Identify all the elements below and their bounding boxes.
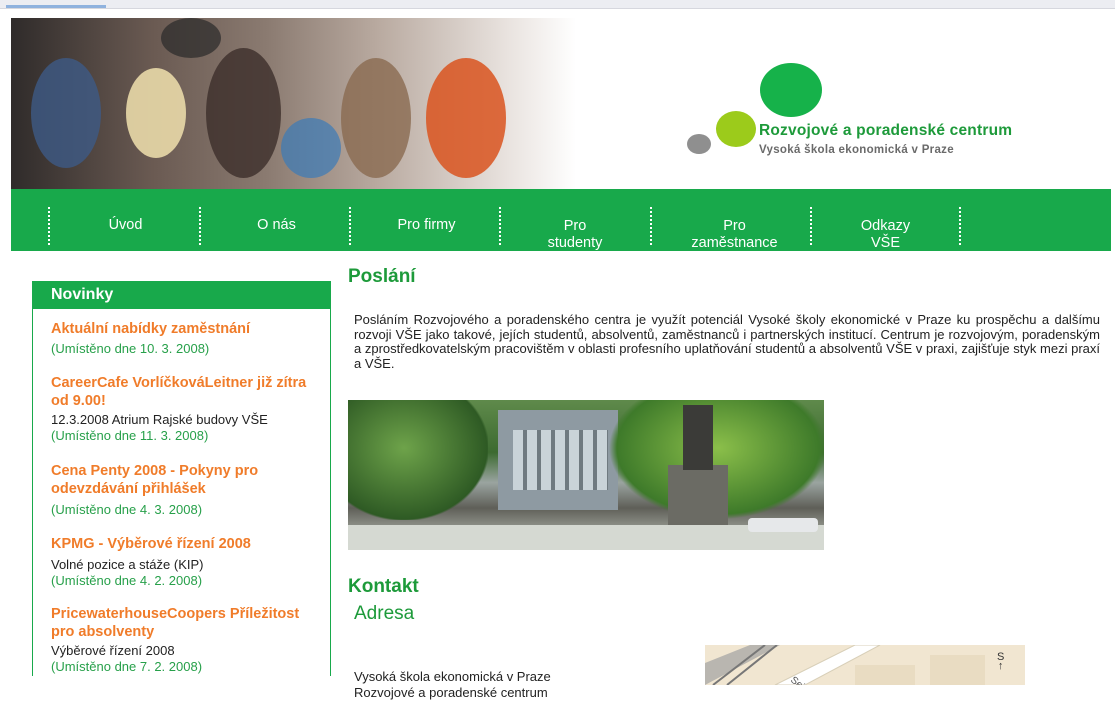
news-date: (Umístěno dne 10. 3. 2008) — [51, 341, 210, 356]
mission-text: Posláním Rozvojového a poradenského cent… — [354, 312, 1100, 371]
news-text: Výběrové řízení 2008 — [51, 643, 175, 658]
nav-item-uvod[interactable]: Úvod — [63, 189, 188, 251]
nav-separator — [499, 207, 501, 245]
news-item: KPMG - Výběrové řízení 2008 Volné pozice… — [51, 535, 326, 589]
map-graphic: Seifertova — [705, 645, 1025, 685]
news-text: Volné pozice a stáže (KIP) — [51, 557, 204, 572]
nav-label: Pro — [563, 218, 587, 234]
logo-green-dot — [760, 63, 822, 117]
news-item: PricewaterhouseCoopers Příležitost pro a… — [51, 605, 326, 675]
news-date: (Umístěno dne 11. 3. 2008) — [51, 428, 209, 443]
nav-label: zaměstnance — [691, 235, 778, 251]
nav-separator — [810, 207, 812, 245]
nav-label: O nás — [257, 217, 296, 233]
nav-label: Pro firmy — [397, 217, 456, 233]
address-heading: Adresa — [354, 603, 415, 624]
compass-north-arrow-icon: S ↑ — [997, 651, 1005, 672]
logo-subtitle: Vysoká škola ekonomická v Praze — [759, 144, 954, 156]
address-block: Vysoká škola ekonomická v Praze Rozvojov… — [354, 669, 551, 701]
news-item: CareerCafe VorlíčkováLeitner již zítra o… — [51, 374, 326, 444]
news-title-link[interactable]: Aktuální nabídky zaměstnání — [51, 320, 326, 338]
news-title-link[interactable]: CareerCafe VorlíčkováLeitner již zítra o… — [51, 374, 326, 410]
center-logo[interactable]: Rozvojové a poradenské centrum Vysoká šk… — [681, 58, 1111, 178]
nav-separator — [199, 207, 201, 245]
news-item: Aktuální nabídky zaměstnání (Umístěno dn… — [51, 320, 326, 357]
news-sidebar: Novinky Aktuální nabídky zaměstnání (Umí… — [32, 281, 331, 676]
nav-label: studenty — [547, 235, 603, 251]
location-map[interactable]: Seifertova S↑ — [705, 645, 1025, 685]
news-item: Cena Penty 2008 - Pokyny pro odevzdávání… — [51, 462, 326, 518]
news-date: (Umístěno dne 7. 2. 2008) — [51, 659, 203, 674]
nav-label: Pro — [723, 218, 746, 234]
nav-separator — [349, 207, 351, 245]
address-line: Vysoká škola ekonomická v Praze — [354, 669, 551, 684]
nav-separator — [650, 207, 652, 245]
contact-heading: Kontakt — [348, 576, 419, 597]
news-date: (Umístěno dne 4. 3. 2008) — [51, 502, 203, 517]
news-title-link[interactable]: Cena Penty 2008 - Pokyny pro odevzdávání… — [51, 462, 326, 498]
nav-label: Odkazy — [860, 218, 911, 234]
browser-top-strip — [0, 0, 1115, 9]
nav-item-odkazy-vse[interactable]: Odkazy VŠE — [823, 189, 948, 251]
logo-title: Rozvojové a poradenské centrum — [759, 122, 1013, 139]
news-text: 12.3.2008 Atrium Rajské budovy VŠE — [51, 412, 268, 427]
page: Rozvojové a poradenské centrum Vysoká šk… — [11, 18, 1111, 700]
main-navigation: Úvod O nás Pro firmy Pro studenty Pro za… — [11, 189, 1111, 251]
browser-tab-indicator — [6, 5, 106, 8]
campus-photo — [348, 400, 824, 550]
main-content: Poslání Posláním Rozvojového a poradensk… — [348, 263, 1108, 700]
header-students-photo — [11, 18, 576, 189]
logo-lime-dot — [716, 111, 756, 147]
news-date: (Umístěno dne 4. 2. 2008) — [51, 573, 203, 588]
nav-label: VŠE — [870, 235, 900, 251]
address-line: Rozvojové a poradenské centrum — [354, 685, 548, 700]
site-header: Rozvojové a poradenské centrum Vysoká šk… — [11, 18, 1111, 189]
news-title-link[interactable]: PricewaterhouseCoopers Příležitost pro a… — [51, 605, 326, 641]
nav-item-pro-firmy[interactable]: Pro firmy — [364, 189, 489, 251]
nav-item-pro-studenty[interactable]: Pro studenty — [511, 189, 639, 251]
mission-heading: Poslání — [348, 266, 416, 287]
nav-item-pro-zamestnance[interactable]: Pro zaměstnance — [662, 189, 807, 251]
news-title-link[interactable]: KPMG - Výběrové řízení 2008 — [51, 535, 326, 553]
news-heading: Novinky — [32, 281, 331, 309]
nav-item-o-nas[interactable]: O nás — [214, 189, 339, 251]
nav-separator — [48, 207, 50, 245]
nav-label: Úvod — [108, 217, 143, 233]
logo-grey-dot — [687, 134, 711, 154]
nav-separator — [959, 207, 961, 245]
